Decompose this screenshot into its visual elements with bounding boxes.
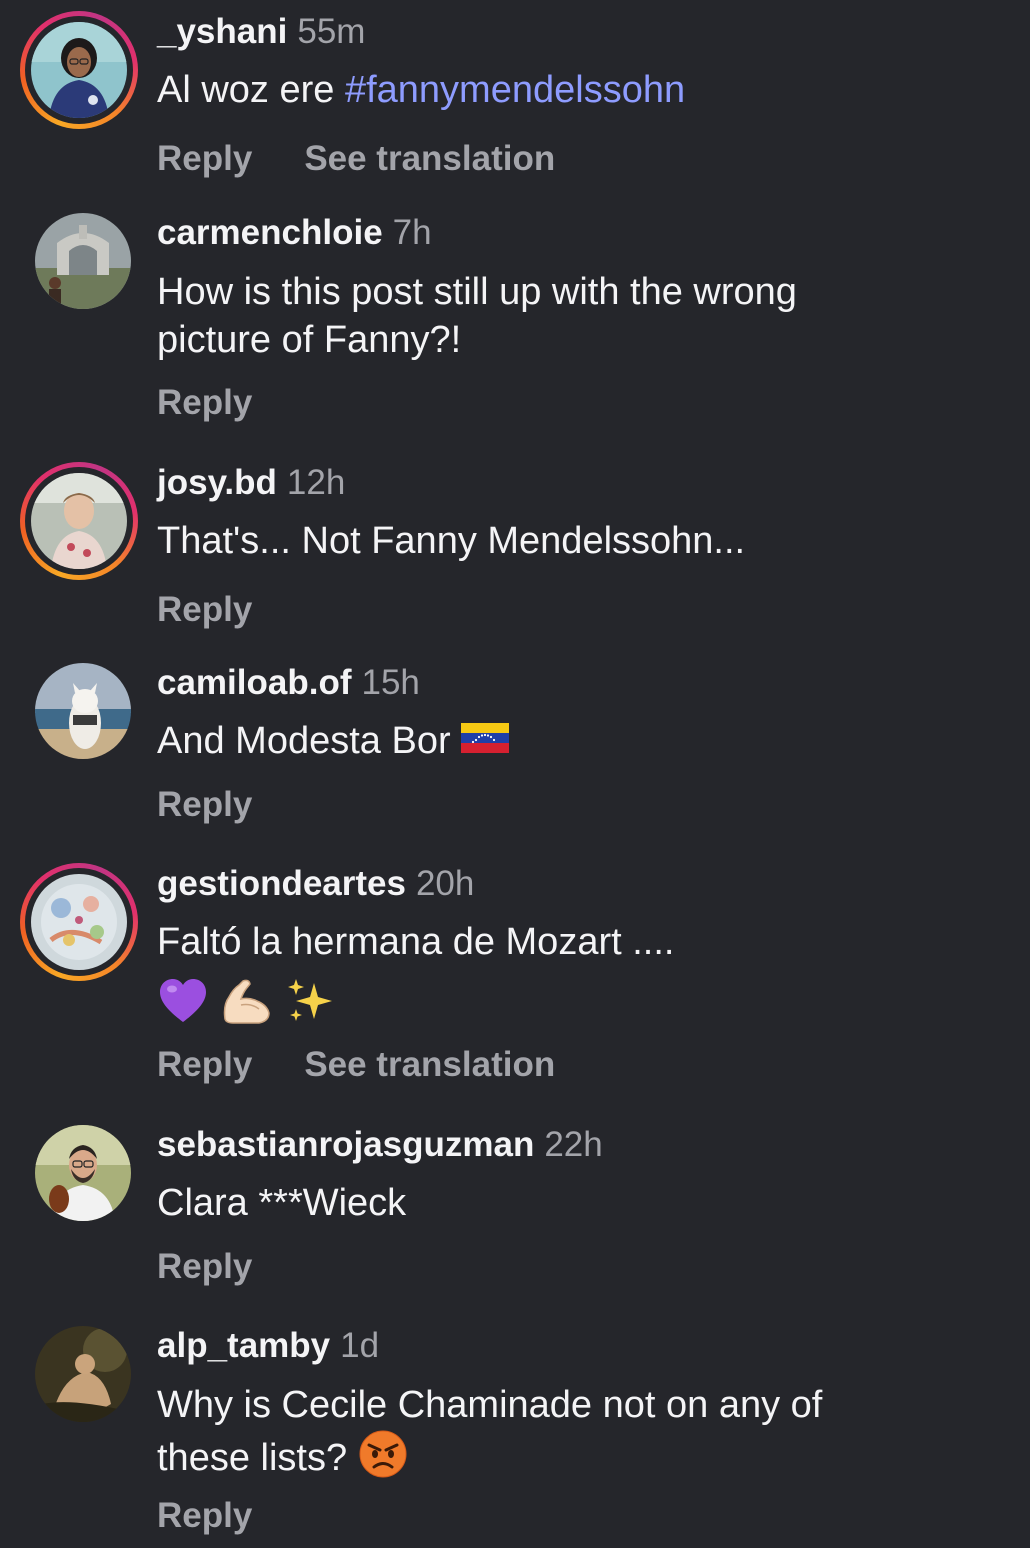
avatar[interactable] bbox=[31, 874, 127, 970]
emoji-row bbox=[157, 975, 336, 1029]
timestamp: 7h bbox=[392, 213, 432, 252]
comment-text: That's... Not Fanny Mendelssohn... bbox=[157, 517, 1007, 565]
purple-heart-icon bbox=[157, 975, 209, 1027]
timestamp: 15h bbox=[361, 663, 420, 702]
reply-button[interactable]: Reply bbox=[157, 1045, 252, 1084]
story-ring[interactable] bbox=[20, 863, 138, 981]
hashtag-link[interactable]: #fannymendelssohn bbox=[345, 69, 685, 111]
comment-line: picture of Fanny?! bbox=[157, 319, 462, 361]
comment-line-text: these lists? bbox=[157, 1437, 358, 1480]
timestamp: 12h bbox=[286, 463, 346, 502]
username[interactable]: _yshani bbox=[157, 12, 287, 51]
venezuela-flag-icon bbox=[461, 719, 510, 767]
reply-button[interactable]: Reply bbox=[157, 1496, 252, 1535]
username[interactable]: josy.bd bbox=[157, 463, 277, 502]
avatar[interactable] bbox=[35, 213, 131, 309]
story-ring[interactable] bbox=[20, 462, 138, 580]
comment-text: Faltó la hermana de Mozart .... bbox=[157, 918, 1007, 966]
timestamp: 20h bbox=[415, 864, 475, 903]
username[interactable]: alp_tamby bbox=[157, 1326, 330, 1365]
comment-body: Faltó la hermana de Mozart .... bbox=[157, 921, 675, 963]
comment-line: How is this post still up with the wrong bbox=[157, 271, 797, 313]
timestamp: 55m bbox=[297, 12, 366, 51]
avatar[interactable] bbox=[35, 1125, 131, 1221]
comment-text: And Modesta Bor bbox=[157, 717, 1007, 767]
comment-body: That's... Not Fanny Mendelssohn... bbox=[157, 520, 746, 562]
comment-text: Why is Cecile Chaminade not on any of th… bbox=[157, 1381, 1007, 1491]
timestamp: 1d bbox=[340, 1326, 380, 1365]
comment-text: Al woz ere #fannymendelssohn bbox=[157, 66, 1007, 114]
comment-body: And Modesta Bor bbox=[157, 720, 462, 762]
comment-text: How is this post still up with the wrong… bbox=[157, 268, 1007, 364]
username[interactable]: carmenchloie bbox=[157, 213, 383, 252]
angry-face-icon bbox=[358, 1429, 408, 1491]
timestamp: 22h bbox=[544, 1125, 603, 1164]
story-ring[interactable] bbox=[20, 11, 138, 129]
comment-body: Al woz ere bbox=[157, 69, 345, 111]
username[interactable]: sebastianrojasguzman bbox=[157, 1125, 534, 1164]
comment-line: Why is Cecile Chaminade not on any of bbox=[157, 1384, 823, 1426]
comment-line: these lists? bbox=[157, 1429, 1007, 1491]
avatar[interactable] bbox=[31, 22, 127, 118]
reply-button[interactable]: Reply bbox=[157, 139, 252, 178]
avatar[interactable] bbox=[35, 1326, 131, 1422]
flexed-biceps-icon bbox=[219, 975, 275, 1027]
reply-button[interactable]: Reply bbox=[157, 785, 252, 824]
username[interactable]: camiloab.of bbox=[157, 663, 351, 702]
reply-button[interactable]: Reply bbox=[157, 1247, 252, 1286]
reply-button[interactable]: Reply bbox=[157, 383, 252, 422]
avatar[interactable] bbox=[31, 473, 127, 569]
comment-text: Clara ***Wieck bbox=[157, 1179, 1007, 1227]
see-translation-button[interactable]: See translation bbox=[304, 1045, 555, 1084]
comment-body: Clara ***Wieck bbox=[157, 1182, 407, 1224]
avatar[interactable] bbox=[35, 663, 131, 759]
see-translation-button[interactable]: See translation bbox=[304, 139, 555, 178]
sparkles-icon bbox=[284, 975, 336, 1027]
username[interactable]: gestiondeartes bbox=[157, 864, 406, 903]
reply-button[interactable]: Reply bbox=[157, 590, 252, 629]
